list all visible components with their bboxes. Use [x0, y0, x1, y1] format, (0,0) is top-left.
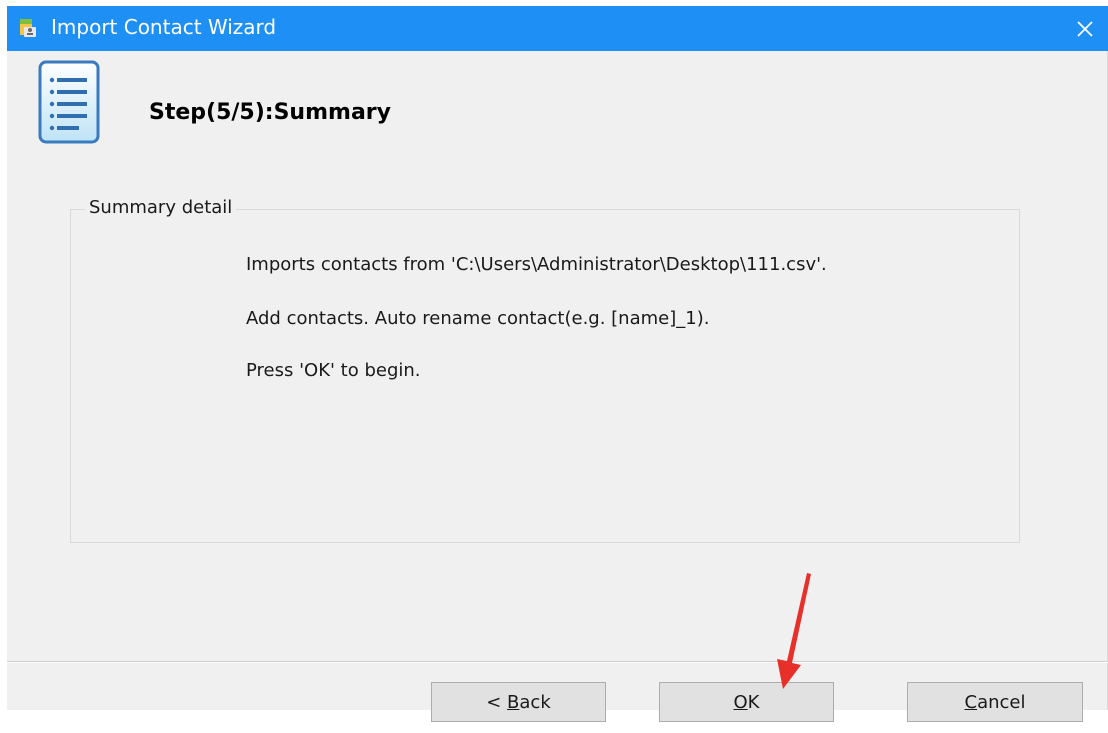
back-button-rest: ack [519, 692, 551, 713]
ok-button-rest: K [747, 692, 760, 713]
summary-detail-group: Summary detail Imports contacts from 'C:… [70, 196, 1020, 543]
step-title: Step(5/5):Summary [149, 100, 391, 125]
cancel-button-rest: ancel [977, 692, 1026, 713]
ok-button-mnemonic: O [733, 692, 748, 713]
close-button[interactable] [1068, 12, 1102, 46]
summary-line-import-source: Imports contacts from 'C:\Users\Administ… [246, 254, 827, 275]
cancel-button[interactable]: Cancel [907, 682, 1083, 722]
title-bar: Import Contact Wizard [7, 6, 1108, 51]
cancel-button-mnemonic: C [964, 692, 978, 713]
annotation-arrow-icon [777, 573, 811, 689]
close-icon[interactable] [1076, 20, 1094, 38]
ok-button[interactable]: OK [659, 682, 834, 722]
summary-line-add-contacts: Add contacts. Auto rename contact(e.g. [… [246, 308, 710, 329]
back-button-mnemonic: B [507, 692, 520, 713]
import-contact-wizard-window: Import Contact Wizard Step(5/5):Summary … [7, 6, 1108, 722]
footer-separator [7, 661, 1108, 663]
back-button[interactable]: < Back [431, 682, 606, 722]
back-button-prefix: < [486, 692, 508, 713]
window-title: Import Contact Wizard [51, 15, 277, 39]
document-list-icon [37, 58, 103, 148]
summary-line-press-ok: Press 'OK' to begin. [246, 360, 421, 381]
app-icon [17, 17, 39, 39]
summary-detail-label: Summary detail [85, 196, 237, 220]
